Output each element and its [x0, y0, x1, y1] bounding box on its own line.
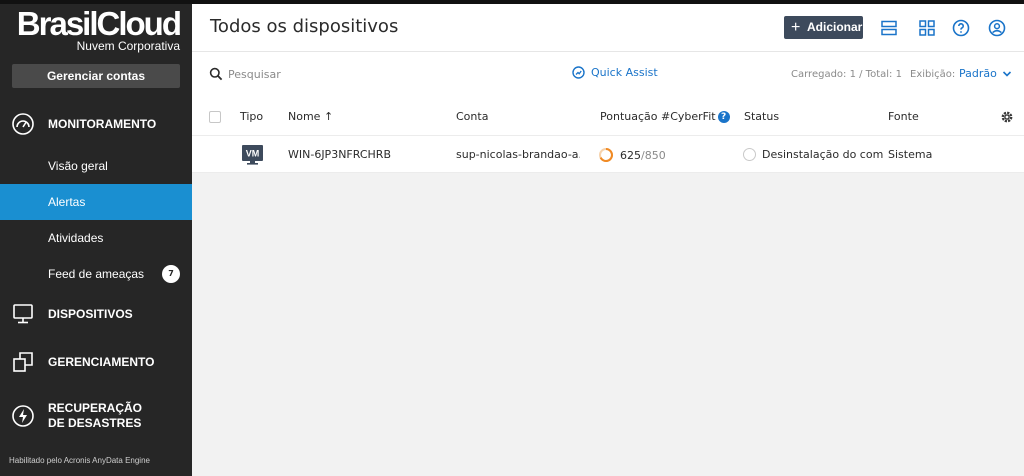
sidebar-item-label: Visão geral [48, 159, 108, 173]
nav-section-label: MONITORAMENTO [48, 117, 157, 131]
sidebar-item-threat-feed[interactable]: Feed de ameaças 7 [0, 256, 192, 292]
nav-section-monitoring[interactable]: MONITORAMENTO [0, 110, 192, 138]
column-name[interactable]: Nome ↑ [288, 110, 333, 123]
nav-section-management[interactable]: GERENCIAMENTO [0, 348, 192, 376]
sidebar-item-alerts[interactable]: Alertas [0, 184, 192, 220]
nav-section-label: GERENCIAMENTO [48, 355, 155, 369]
view-select[interactable]: Padrão [959, 67, 1012, 80]
nav-section-devices[interactable]: DISPOSITIVOS [0, 300, 192, 328]
lightning-icon [12, 405, 34, 427]
loaded-count: Carregado: 1 / Total: 1 [791, 69, 902, 80]
device-source: Sistema [888, 148, 933, 161]
device-status: Desinstalação do comp [762, 148, 884, 161]
manage-accounts-button[interactable]: Gerenciar contas [12, 64, 180, 88]
table-header: Tipo Nome ↑ Conta Pontuação #CyberFit? S… [192, 98, 1024, 136]
search-input[interactable] [228, 65, 428, 83]
vm-icon: VM [242, 145, 263, 165]
device-name: WIN-6JP3NFRCHRB [288, 148, 391, 161]
sidebar-item-label: Alertas [48, 195, 86, 209]
grid-view-icon[interactable] [918, 19, 936, 37]
sidebar-item-label: Feed de ameaças [48, 267, 145, 281]
plus-icon: + [791, 19, 801, 36]
select-all-checkbox[interactable] [209, 111, 221, 123]
brand-logo[interactable]: BrasilCloud Nuvem Corporativa [12, 5, 182, 54]
page-header: Todos os dispositivos + Adicionar [192, 4, 1024, 52]
brand-name: BrasilCloud [16, 5, 182, 42]
page-title: Todos os dispositivos [210, 16, 399, 37]
sidebar-item-overview[interactable]: Visão geral [0, 148, 192, 184]
threat-count-badge: 7 [162, 265, 180, 283]
score-value: 625 [620, 148, 641, 162]
empty-content-area [192, 173, 1024, 476]
score-max: /850 [641, 148, 666, 162]
toolbar: Quick Assist Carregado: 1 / Total: 1 Exi… [192, 52, 1024, 98]
quick-assist-label: Quick Assist [591, 66, 658, 79]
quick-assist-link[interactable]: Quick Assist [572, 66, 658, 79]
help-icon[interactable] [952, 19, 970, 37]
quick-assist-icon [572, 66, 585, 79]
view-label: Exibição: [910, 69, 956, 80]
column-status[interactable]: Status [744, 110, 779, 123]
status-circle-icon [743, 148, 756, 161]
score-ring-icon [599, 148, 613, 162]
add-button-label: Adicionar [807, 20, 863, 34]
column-cyberfit-label: Pontuação #CyberFit [600, 110, 716, 123]
engine-footer: Habilitado pelo Acronis AnyData Engine [9, 456, 150, 465]
nav-section-label: RECUPERAÇÃO DE DESASTRES [48, 401, 143, 430]
gear-icon[interactable] [1000, 110, 1014, 124]
device-type-text: VM [246, 149, 260, 159]
column-source[interactable]: Fonte [888, 110, 919, 123]
monitor-icon [13, 304, 33, 324]
column-type[interactable]: Tipo [240, 110, 263, 123]
column-account[interactable]: Conta [456, 110, 488, 123]
cyberfit-score: 625/850 [598, 147, 666, 163]
device-account: sup-nicolas-brandao-a... [456, 148, 580, 161]
chevron-down-icon [1002, 70, 1011, 77]
sidebar-item-label: Atividades [48, 231, 104, 245]
view-value: Padrão [959, 67, 997, 80]
user-icon[interactable] [988, 19, 1006, 37]
info-icon[interactable]: ? [717, 111, 730, 123]
nav-section-label: DISPOSITIVOS [48, 307, 133, 321]
sidebar-item-activities[interactable]: Atividades [0, 220, 192, 256]
add-button[interactable]: + Adicionar [784, 16, 863, 39]
list-view-icon[interactable] [880, 19, 898, 37]
sidebar: BrasilCloud Nuvem Corporativa Gerenciar … [0, 4, 192, 476]
nav-section-disaster-recovery[interactable]: RECUPERAÇÃO DE DESASTRES [0, 398, 192, 434]
gauge-icon [12, 113, 34, 135]
table-row[interactable]: VM WIN-6JP3NFRCHRB sup-nicolas-brandao-a… [192, 137, 1024, 173]
copy-icon [13, 352, 33, 372]
search-icon [209, 67, 223, 81]
column-cyberfit[interactable]: Pontuação #CyberFit? [600, 110, 730, 123]
